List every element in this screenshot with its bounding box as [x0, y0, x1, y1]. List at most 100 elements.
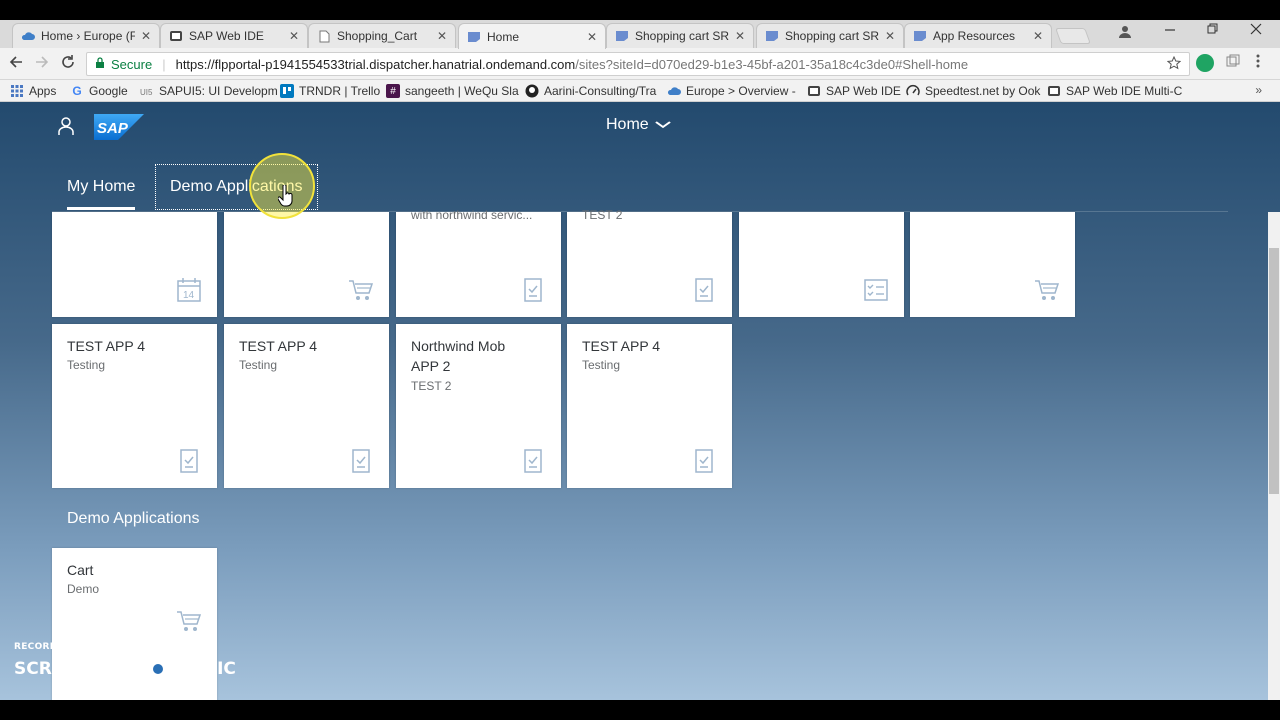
user-icon[interactable]	[58, 116, 74, 136]
bookmark-label: Speedtest.net by Ook	[925, 84, 1041, 98]
tab-app-resources[interactable]: App Resources ✕	[904, 23, 1052, 48]
new-tab-button[interactable]	[1055, 28, 1091, 44]
bookmark-sap-web-ide-multi[interactable]: SAP Web IDE Multi-C	[1047, 84, 1182, 98]
anchor-navigation-bar: My Home Demo Applications	[52, 164, 1228, 212]
tile-title: TEST APP 4	[239, 338, 318, 354]
minimize-icon[interactable]	[1164, 22, 1176, 39]
close-icon[interactable]: ✕	[1033, 29, 1043, 43]
document-icon	[348, 448, 374, 474]
hand-cursor-icon	[277, 184, 294, 207]
shell-title-text: Home	[606, 116, 649, 133]
chevron-down-icon	[654, 118, 671, 132]
screencast-watermark: RECORDED WITH SCREENCAST MATIC	[14, 642, 236, 684]
bookmark-label: SAP Web IDE Multi-C	[1066, 84, 1183, 98]
tab-shopping-cart-sri-2[interactable]: Shopping cart SRI ✕	[756, 23, 904, 48]
tile[interactable]	[224, 212, 389, 317]
back-icon[interactable]	[8, 54, 24, 75]
sap-favicon	[765, 29, 779, 43]
tile[interactable]: 14	[52, 212, 217, 317]
bookmark-speedtest[interactable]: Speedtest.net by Ook	[906, 84, 1040, 98]
slack-icon: #	[386, 84, 400, 98]
fiori-launchpad: SAP Home My Home Demo Applications 14 wi…	[0, 102, 1280, 700]
bookmark-github[interactable]: Aarini-Consulting/Tra	[525, 84, 656, 98]
star-icon[interactable]	[1166, 55, 1182, 73]
tile-test-app-4[interactable]: TEST APP 4 Testing	[52, 324, 217, 488]
page-icon	[317, 29, 331, 43]
tile[interactable]: TEST 2	[567, 208, 732, 317]
watermark-right-text: MATIC	[176, 659, 236, 679]
tab-shopping-cart[interactable]: Shopping_Cart ✕	[308, 23, 456, 48]
tile-test-app-4[interactable]: TEST APP 4 Testing	[567, 324, 732, 488]
sap-favicon	[913, 29, 927, 43]
tile-subtitle: Testing	[239, 358, 278, 372]
profile-icon[interactable]	[1118, 24, 1132, 41]
tile[interactable]: with northwind servic...	[396, 208, 561, 317]
scrollbar-thumb[interactable]	[1269, 248, 1279, 494]
bookmark-label: TRNDR | Trello	[299, 84, 381, 98]
cloud-icon	[667, 84, 681, 98]
tile-test-app-4[interactable]: TEST APP 4 Testing	[224, 324, 389, 488]
shell-header: SAP Home	[0, 102, 1280, 150]
extension-icon[interactable]	[1226, 54, 1240, 73]
close-icon[interactable]: ✕	[437, 29, 447, 43]
sap-ide-icon	[807, 84, 821, 98]
svg-text:SAP: SAP	[97, 120, 129, 137]
bookmark-slack[interactable]: # sangeeth | WeQu Sla	[386, 84, 519, 98]
bookmark-google[interactable]: G Google	[70, 84, 127, 98]
svg-text:UI5: UI5	[140, 88, 153, 97]
apps-grid-icon	[10, 84, 24, 98]
screencast-logo-icon	[142, 654, 173, 684]
sap-favicon	[615, 29, 629, 43]
checklist-icon	[863, 277, 889, 303]
close-icon[interactable]: ✕	[587, 30, 597, 44]
tab-label: Shopping cart SRI	[785, 29, 879, 43]
sap-favicon	[467, 30, 481, 44]
close-icon[interactable]: ✕	[289, 29, 299, 43]
bookmark-sap-web-ide[interactable]: SAP Web IDE	[807, 84, 901, 98]
tile-northwind-mob-app-2[interactable]: Northwind Mob APP 2 TEST 2	[396, 324, 561, 488]
tab-home[interactable]: Home ✕	[458, 23, 606, 49]
sap-ide-icon	[1047, 84, 1061, 98]
bookmark-europe-overview[interactable]: Europe > Overview -	[667, 84, 796, 98]
bookmarks-overflow-button[interactable]: »	[1255, 83, 1262, 97]
secure-label: Secure	[111, 56, 153, 72]
tab-europe[interactable]: Home › Europe (F ✕	[12, 23, 160, 48]
close-icon[interactable]: ✕	[885, 29, 895, 43]
bookmarks-bar: Apps G Google UI5 SAPUI5: UI Developm TR…	[0, 80, 1280, 102]
cart-icon	[176, 608, 202, 634]
tile-title: TEST APP 4	[582, 338, 661, 354]
anchor-my-home[interactable]: My Home	[67, 164, 136, 210]
document-icon	[520, 448, 546, 474]
calendar-icon: 14	[176, 277, 202, 303]
tile[interactable]	[910, 212, 1075, 317]
bookmark-apps[interactable]: Apps	[10, 84, 56, 98]
tile-title: TEST APP 4	[67, 338, 146, 354]
shell-title[interactable]: Home	[606, 116, 671, 134]
browser-tab-strip: Home › Europe (F ✕ SAP Web IDE ✕ Shoppin…	[0, 20, 1280, 49]
sap-logo: SAP	[94, 114, 144, 140]
reload-icon[interactable]	[60, 54, 76, 75]
lock-icon	[95, 56, 105, 72]
tile-subtitle: Demo	[67, 582, 100, 596]
close-icon[interactable]: ✕	[141, 29, 151, 43]
grammarly-icon[interactable]	[1196, 54, 1214, 72]
tab-shopping-cart-sri-1[interactable]: Shopping cart SRI ✕	[606, 23, 754, 48]
restore-icon[interactable]	[1207, 22, 1219, 39]
tile-title: Cart	[67, 562, 94, 578]
menu-icon[interactable]	[1256, 54, 1260, 73]
address-bar[interactable]: Secure | https://flpportal-p1941554533tr…	[86, 52, 1190, 76]
window-close-icon[interactable]	[1250, 22, 1262, 39]
bookmark-trello[interactable]: TRNDR | Trello	[280, 84, 380, 98]
video-letterbox-top	[0, 0, 1280, 20]
trello-icon	[280, 84, 294, 98]
tile-subtitle: with northwind servic...	[411, 208, 533, 222]
bookmark-label: SAPUI5: UI Developm	[159, 84, 278, 98]
forward-icon[interactable]	[34, 54, 50, 75]
tile-subtitle: Testing	[582, 358, 621, 372]
tab-sap-web-ide[interactable]: SAP Web IDE ✕	[160, 23, 308, 48]
tab-label: Home › Europe (F	[41, 29, 135, 43]
tile[interactable]	[739, 212, 904, 317]
cart-icon	[348, 277, 374, 303]
bookmark-sapui5[interactable]: UI5 SAPUI5: UI Developm	[140, 84, 278, 98]
close-icon[interactable]: ✕	[735, 29, 745, 43]
